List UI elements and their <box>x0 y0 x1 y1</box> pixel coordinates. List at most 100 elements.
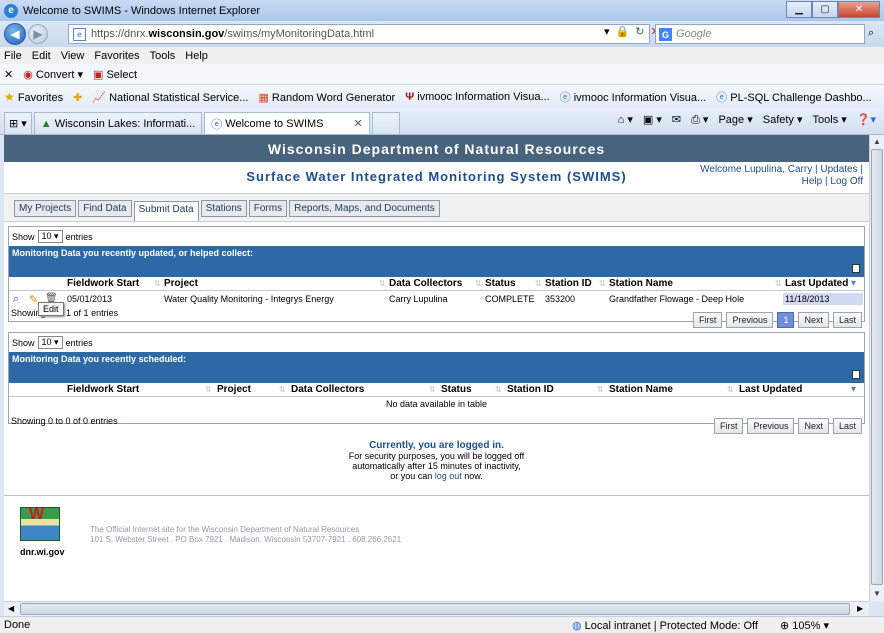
select-button[interactable]: ▣ Select <box>93 68 137 81</box>
search-icon[interactable]: ⌕ <box>868 27 874 40</box>
export-icon[interactable] <box>852 264 860 273</box>
menu-tools[interactable]: Tools <box>150 50 176 62</box>
header-last-updated[interactable]: Last Updated <box>785 278 848 289</box>
close-tab-icon[interactable]: ✕ <box>354 117 363 130</box>
feeds-icon[interactable]: ▣ ▾ <box>643 113 662 127</box>
menu-favorites[interactable]: Favorites <box>94 50 139 62</box>
last-page-button[interactable]: Last <box>832 418 862 434</box>
footer-divider <box>4 495 869 496</box>
tab-forms[interactable]: Forms <box>248 200 288 217</box>
page-length-select[interactable]: 10 ▾ <box>37 230 63 243</box>
header-fieldwork-start[interactable]: Fieldwork Start <box>67 278 139 289</box>
safety-menu[interactable]: Safety ▾ <box>763 113 803 127</box>
menu-help[interactable]: Help <box>185 50 208 62</box>
header-station-name[interactable]: Station Name <box>609 278 673 289</box>
next-page-button[interactable]: Next <box>798 312 829 328</box>
favorite-item-2[interactable]: ▦ Random Word Generator <box>258 91 395 104</box>
zoom-control[interactable]: ⊕ 105% ▾ <box>780 619 829 632</box>
close-toolbar-icon[interactable]: ✕ <box>4 68 13 81</box>
favorite-item-3[interactable]: Ψ ivmooc Information Visua... <box>405 91 549 103</box>
header-station-id[interactable]: Station ID <box>507 384 554 395</box>
next-page-button[interactable]: Next <box>798 418 829 434</box>
forward-button[interactable]: ▶ <box>28 24 48 44</box>
first-page-button[interactable]: First <box>713 418 744 434</box>
print-icon[interactable]: ⎙ ▾ <box>691 113 708 127</box>
sort-icon: ⇅ <box>379 279 386 288</box>
first-page-button[interactable]: First <box>692 312 723 328</box>
tag-icon: ▦ <box>258 91 269 104</box>
vertical-scroll-thumb[interactable] <box>871 149 883 585</box>
header-station-id[interactable]: Station ID <box>545 278 592 289</box>
menu-file[interactable]: File <box>4 50 22 62</box>
last-page-button[interactable]: Last <box>832 312 862 328</box>
favorites-button[interactable]: ★ Favorites <box>4 90 63 104</box>
tab-welcome-swims[interactable]: ⓔ Welcome to SWIMS ✕ <box>204 112 370 134</box>
header-data-collectors[interactable]: Data Collectors <box>389 278 462 289</box>
welcome-line-2[interactable]: Help | Log Off <box>700 176 863 188</box>
favorite-item-5[interactable]: ⓔ PL-SQL Challenge Dashbo... <box>716 89 872 105</box>
header-station-name[interactable]: Station Name <box>609 384 673 395</box>
menu-view[interactable]: View <box>61 50 85 62</box>
previous-page-button[interactable]: Previous <box>747 418 795 434</box>
header-data-collectors[interactable]: Data Collectors <box>291 384 364 395</box>
favorites-bar: ★ Favorites ✚ 📈 National Statistical Ser… <box>0 85 884 109</box>
header-last-updated[interactable]: Last Updated <box>739 384 802 395</box>
scroll-down-icon[interactable]: ▼ <box>873 589 881 598</box>
maximize-button[interactable]: ▢ <box>812 1 838 18</box>
edit-icon[interactable]: ✎ <box>29 293 38 306</box>
dnr-logo[interactable]: W <box>20 506 60 541</box>
vertical-scrollbar[interactable]: ▲ ▼ <box>869 135 884 601</box>
welcome-links: Welcome Lupulina, Carry | Updates | Help… <box>700 164 863 188</box>
page-menu[interactable]: Page ▾ <box>718 113 752 127</box>
logout-link[interactable]: log out <box>435 471 462 481</box>
help-icon[interactable]: ❓▾ <box>857 113 876 127</box>
minimize-button[interactable]: ▁ <box>786 1 812 18</box>
horizontal-scroll-thumb[interactable] <box>20 603 850 615</box>
session-line-3: or you can log out now. <box>4 471 869 481</box>
previous-page-button[interactable]: Previous <box>726 312 774 328</box>
tab-find-data[interactable]: Find Data <box>78 200 132 217</box>
tab-stations[interactable]: Stations <box>200 200 247 217</box>
page-length-select[interactable]: 10 ▾ <box>37 336 63 349</box>
home-icon[interactable]: ⌂ ▾ <box>618 113 633 127</box>
search-input[interactable]: G Google <box>655 24 865 44</box>
scroll-left-icon[interactable]: ◀ <box>8 604 14 613</box>
add-favorite-icon[interactable]: ✚ <box>73 91 82 104</box>
back-button[interactable]: ◀ <box>4 23 26 45</box>
tab-wisconsin-lakes[interactable]: ▲ Wisconsin Lakes: Informati... <box>33 112 203 134</box>
dropdown-arrow-icon[interactable]: ▾ <box>604 25 610 38</box>
scroll-right-icon[interactable]: ▶ <box>857 604 863 613</box>
zoom-icon: ⊕ <box>780 620 790 632</box>
refresh-icon[interactable]: ↻ <box>635 25 644 38</box>
lock-icon[interactable]: 🔒 <box>616 25 630 38</box>
tab-reports[interactable]: Reports, Maps, and Documents <box>289 200 440 217</box>
scroll-up-icon[interactable]: ▲ <box>873 137 881 146</box>
header-fieldwork-start[interactable]: Fieldwork Start <box>67 384 139 395</box>
page-1-button[interactable]: 1 <box>777 312 795 328</box>
pagination: First Previous Next Last <box>713 418 862 434</box>
security-zone[interactable]: ◍ Local intranet | Protected Mode: Off <box>572 619 758 632</box>
tab-my-projects[interactable]: My Projects <box>14 200 77 217</box>
favorite-item-4[interactable]: ⓔ ivmooc Information Visua... <box>560 89 707 105</box>
mail-icon[interactable]: ✉ <box>672 113 681 127</box>
menu-edit[interactable]: Edit <box>32 50 51 62</box>
export-icon[interactable] <box>852 370 860 379</box>
header-status[interactable]: Status <box>441 384 472 395</box>
page-length-value: 10 <box>41 231 52 241</box>
view-icon[interactable]: ⌕ <box>13 293 19 306</box>
new-tab-button[interactable] <box>371 112 400 134</box>
tab-submit-data[interactable]: Submit Data <box>133 201 199 221</box>
tools-menu[interactable]: Tools ▾ <box>813 113 847 127</box>
horizontal-scrollbar[interactable]: ◀ ▶ <box>4 601 869 616</box>
sort-icon: ⇅ <box>279 385 286 394</box>
convert-button[interactable]: ◉ Convert ▾ <box>23 68 83 81</box>
header-project[interactable]: Project <box>217 384 251 395</box>
address-bar[interactable]: e https://dnrx. wisconsin.gov/swims/myMon… <box>68 24 650 44</box>
quick-tabs-button[interactable]: ⊞ ▾ <box>4 112 32 134</box>
pagination: First Previous 1 Next Last <box>692 312 862 328</box>
header-status[interactable]: Status <box>485 278 516 289</box>
welcome-line-1[interactable]: Welcome Lupulina, Carry | Updates | <box>700 164 863 176</box>
favorite-item-1[interactable]: 📈 National Statistical Service... <box>92 91 248 104</box>
close-window-button[interactable]: ✕ <box>838 1 880 18</box>
header-project[interactable]: Project <box>164 278 198 289</box>
